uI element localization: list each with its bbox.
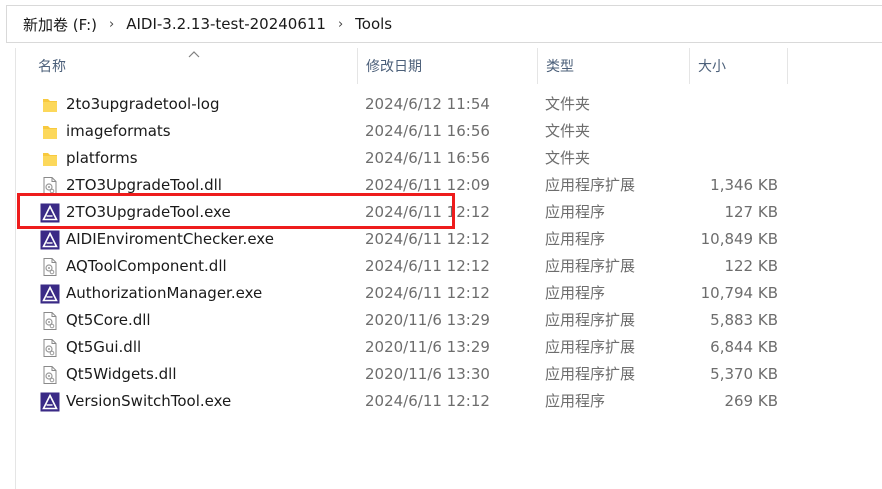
dll-icon	[40, 311, 60, 331]
file-modified-date: 2024/6/12 11:54	[365, 95, 490, 113]
file-row[interactable]: Qt5Core.dll 2020/11/6 13:29 应用程序扩展 5,883 KB	[16, 307, 882, 334]
file-size: 6,844 KB	[710, 338, 778, 356]
file-type: 应用程序	[545, 203, 606, 221]
file-modified-date: 2024/6/11 12:12	[365, 257, 490, 275]
file-row[interactable]: AQToolComponent.dll 2024/6/11 12:12 应用程序扩展…	[16, 253, 882, 280]
chevron-right-icon[interactable]: ›	[103, 17, 120, 32]
file-size: 5,370 KB	[710, 365, 778, 383]
column-divider[interactable]	[787, 48, 788, 84]
dll-icon	[40, 338, 60, 358]
file-name: 2TO3UpgradeTool.exe	[66, 203, 231, 221]
file-type: 应用程序扩展	[545, 257, 636, 275]
file-type: 应用程序扩展	[545, 176, 636, 194]
file-size: 269 KB	[724, 392, 778, 410]
aidi-app-icon	[40, 203, 60, 223]
file-type: 应用程序	[545, 392, 606, 410]
breadcrumb-current[interactable]: Tools	[349, 15, 398, 33]
file-name: AQToolComponent.dll	[66, 257, 227, 275]
column-header-row: 名称 修改日期 类型 大小	[16, 48, 882, 84]
aidi-app-icon	[40, 230, 60, 250]
file-modified-date: 2024/6/11 12:12	[365, 284, 490, 302]
dll-icon	[40, 176, 60, 196]
file-row[interactable]: 2to3upgradetool-log 2024/6/12 11:54 文件夹	[16, 91, 882, 118]
column-header-size[interactable]: 大小	[690, 48, 786, 84]
file-type: 应用程序	[545, 284, 606, 302]
file-modified-date: 2024/6/11 12:12	[365, 203, 490, 221]
file-name: 2TO3UpgradeTool.dll	[66, 176, 222, 194]
column-header-name[interactable]: 名称	[30, 48, 356, 84]
file-type: 文件夹	[545, 149, 591, 167]
file-modified-date: 2020/11/6 13:30	[365, 365, 490, 383]
file-name: AuthorizationManager.exe	[66, 284, 263, 302]
folder-icon	[40, 95, 60, 115]
breadcrumb[interactable]: 新加卷 (F:) › AIDI-3.2.13-test-20240611 › T…	[6, 5, 882, 43]
dll-icon	[40, 365, 60, 385]
file-row[interactable]: 2TO3UpgradeTool.dll 2024/6/11 12:09 应用程序扩展…	[16, 172, 882, 199]
column-header-type[interactable]: 类型	[538, 48, 688, 84]
aidi-app-icon	[40, 392, 60, 412]
file-type: 应用程序	[545, 230, 606, 248]
file-modified-date: 2024/6/11 12:12	[365, 392, 490, 410]
file-name: 2to3upgradetool-log	[66, 95, 220, 113]
file-name: Qt5Widgets.dll	[66, 365, 177, 383]
file-row[interactable]: AuthorizationManager.exe 2024/6/11 12:12 应…	[16, 280, 882, 307]
column-header-date[interactable]: 修改日期	[358, 48, 536, 84]
file-type: 应用程序扩展	[545, 311, 636, 329]
file-modified-date: 2020/11/6 13:29	[365, 311, 490, 329]
breadcrumb-drive[interactable]: 新加卷 (F:)	[17, 14, 103, 35]
file-modified-date: 2024/6/11 16:56	[365, 122, 490, 140]
file-type: 应用程序扩展	[545, 338, 636, 356]
dll-icon	[40, 257, 60, 277]
file-row[interactable]: AIDIEnviromentChecker.exe 2024/6/11 12:12…	[16, 226, 882, 253]
file-size: 10,849 KB	[700, 230, 778, 248]
file-modified-date: 2020/11/6 13:29	[365, 338, 490, 356]
file-size: 5,883 KB	[710, 311, 778, 329]
file-size: 122 KB	[724, 257, 778, 275]
address-bar[interactable]: 新加卷 (F:) › AIDI-3.2.13-test-20240611 › T…	[0, 0, 882, 48]
file-name: Qt5Gui.dll	[66, 338, 142, 356]
file-name: VersionSwitchTool.exe	[66, 392, 232, 410]
aidi-app-icon	[40, 284, 60, 304]
file-row[interactable]: VersionSwitchTool.exe 2024/6/11 12:12 应用程序…	[16, 388, 882, 415]
file-modified-date: 2024/6/11 12:09	[365, 176, 490, 194]
file-type: 应用程序扩展	[545, 365, 636, 383]
file-row[interactable]: platforms 2024/6/11 16:56 文件夹	[16, 145, 882, 172]
file-row[interactable]: imageformats 2024/6/11 16:56 文件夹	[16, 118, 882, 145]
breadcrumb-folder[interactable]: AIDI-3.2.13-test-20240611	[120, 15, 332, 33]
file-size: 127 KB	[724, 203, 778, 221]
file-type: 文件夹	[545, 95, 591, 113]
file-size: 1,346 KB	[710, 176, 778, 194]
file-row[interactable]: Qt5Widgets.dll 2020/11/6 13:30 应用程序扩展 5,370…	[16, 361, 882, 388]
folder-icon	[40, 122, 60, 142]
file-name: Qt5Core.dll	[66, 311, 151, 329]
folder-icon	[40, 149, 60, 169]
file-name: AIDIEnviromentChecker.exe	[66, 230, 274, 248]
file-modified-date: 2024/6/11 12:12	[365, 230, 490, 248]
file-modified-date: 2024/6/11 16:56	[365, 149, 490, 167]
file-name: imageformats	[66, 122, 171, 140]
file-size: 10,794 KB	[700, 284, 778, 302]
file-row[interactable]: Qt5Gui.dll 2020/11/6 13:29 应用程序扩展 6,844 KB	[16, 334, 882, 361]
file-type: 文件夹	[545, 122, 591, 140]
file-name: platforms	[66, 149, 138, 167]
file-row[interactable]: 2TO3UpgradeTool.exe 2024/6/11 12:12 应用程序 12…	[16, 199, 882, 226]
chevron-right-icon[interactable]: ›	[332, 17, 349, 32]
